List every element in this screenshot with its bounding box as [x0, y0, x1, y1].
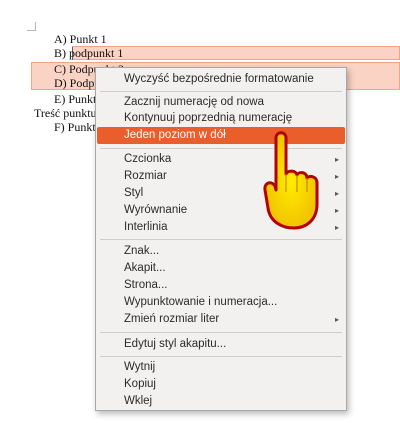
hand-pointer-icon: [260, 128, 324, 241]
chevron-right-icon: ▸: [334, 155, 339, 164]
menu-separator: [100, 332, 342, 333]
menu-separator: [100, 91, 342, 92]
menu-item-restart-numbering[interactable]: Zacznij numerację od nowa: [97, 94, 345, 111]
list-item[interactable]: B) podpunkt 1: [54, 47, 123, 59]
menu-separator: [100, 356, 342, 357]
menu-item-copy[interactable]: Kopiuj: [97, 376, 345, 393]
menu-item-page[interactable]: Strona...: [97, 277, 345, 294]
chevron-right-icon: ▸: [334, 315, 339, 324]
menu-item-change-case[interactable]: Zmień rozmiar liter ▸: [97, 311, 345, 328]
list-item[interactable]: A) Punkt 1: [54, 33, 107, 45]
chevron-right-icon: ▸: [334, 223, 339, 232]
menu-item-bullets-numbering[interactable]: Wypunktowanie i numeracja...: [97, 294, 345, 311]
paragraph-text[interactable]: Treść punktu: [34, 107, 97, 119]
menu-item-cut[interactable]: Wytnij: [97, 359, 345, 376]
chevron-right-icon: ▸: [334, 189, 339, 198]
menu-item-character[interactable]: Znak...: [97, 243, 345, 260]
menu-item-paragraph[interactable]: Akapit...: [97, 260, 345, 277]
chevron-right-icon: ▸: [334, 206, 339, 215]
menu-item-paste[interactable]: Wklej: [97, 393, 345, 410]
menu-item-clear-direct-formatting[interactable]: Wyczyść bezpośrednie formatowanie: [97, 71, 345, 88]
page-margin-corner: [27, 22, 36, 31]
chevron-right-icon: ▸: [334, 172, 339, 181]
menu-item-continue-numbering[interactable]: Kontynuuj poprzednią numerację: [97, 110, 345, 127]
menu-item-edit-paragraph-style[interactable]: Edytuj styl akapitu...: [97, 336, 345, 353]
